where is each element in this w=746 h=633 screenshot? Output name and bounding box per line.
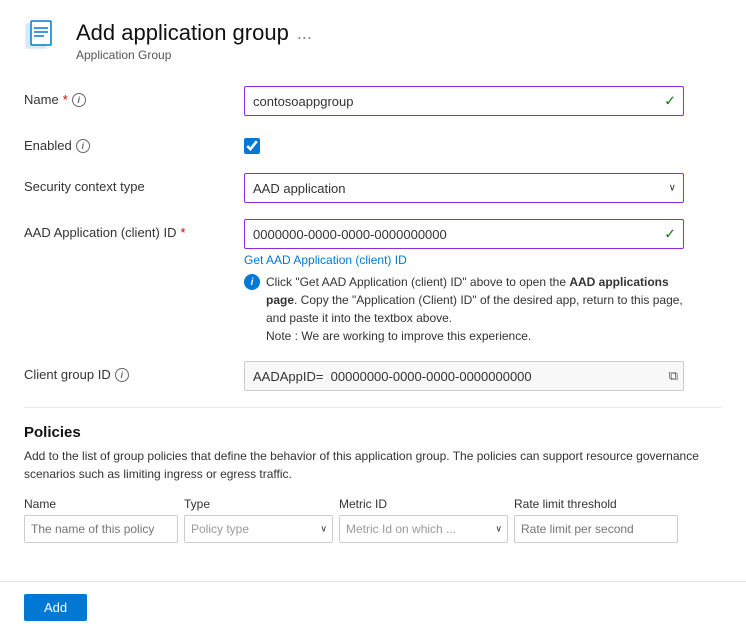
security-context-wrap: AAD application ∨ bbox=[244, 173, 722, 203]
aad-check-icon: ✓ bbox=[664, 226, 676, 243]
page-subtitle: Application Group bbox=[76, 48, 312, 62]
app-group-icon bbox=[24, 20, 64, 60]
aad-app-link[interactable]: Get AAD Application (client) ID bbox=[244, 253, 722, 267]
name-required: * bbox=[63, 92, 68, 107]
policies-table-header: Name Type Metric ID Rate limit threshold bbox=[24, 497, 714, 511]
aad-app-input[interactable] bbox=[244, 219, 684, 249]
security-context-label: Security context type bbox=[24, 173, 244, 194]
client-group-row: Client group ID i ⧉ bbox=[24, 361, 722, 391]
enabled-info-icon[interactable]: i bbox=[76, 139, 90, 153]
client-group-wrap: ⧉ bbox=[244, 361, 722, 391]
footer: Add bbox=[0, 581, 746, 633]
name-label: Name * i bbox=[24, 86, 244, 107]
col-header-name: Name bbox=[24, 497, 184, 511]
col-header-type: Type bbox=[184, 497, 339, 511]
aad-info-note: Note : We are working to improve this ex… bbox=[266, 329, 531, 343]
policies-section: Policies Add to the list of group polici… bbox=[24, 424, 722, 543]
aad-info-text: Click "Get AAD Application (client) ID" … bbox=[266, 273, 684, 345]
policies-title: Policies bbox=[24, 424, 722, 441]
table-row: Policy type ∨ Metric Id on which ... ∨ bbox=[24, 515, 714, 543]
aad-app-wrap: ✓ Get AAD Application (client) ID i Clic… bbox=[244, 219, 722, 345]
security-context-select[interactable]: AAD application bbox=[244, 173, 684, 203]
policy-rate-input[interactable] bbox=[514, 515, 678, 543]
security-context-row: Security context type AAD application ∨ bbox=[24, 173, 722, 203]
client-group-info-icon[interactable]: i bbox=[115, 368, 129, 382]
enabled-label: Enabled i bbox=[24, 132, 244, 153]
header-text-block: Add application group ... Application Gr… bbox=[76, 20, 312, 62]
policy-type-select[interactable]: Policy type bbox=[184, 515, 333, 543]
add-button[interactable]: Add bbox=[24, 594, 87, 621]
col-header-metric: Metric ID bbox=[339, 497, 514, 511]
name-info-icon[interactable]: i bbox=[72, 93, 86, 107]
policy-name-input[interactable] bbox=[24, 515, 178, 543]
page-header: Add application group ... Application Gr… bbox=[24, 20, 722, 62]
client-group-label: Client group ID i bbox=[24, 361, 244, 382]
enabled-checkbox-wrap bbox=[244, 132, 722, 157]
policies-table: Name Type Metric ID Rate limit threshold… bbox=[24, 497, 714, 543]
header-more-options[interactable]: ... bbox=[297, 23, 312, 44]
policies-description: Add to the list of group policies that d… bbox=[24, 447, 704, 483]
aad-info-box: i Click "Get AAD Application (client) ID… bbox=[244, 273, 684, 345]
policy-type-wrap: Policy type ∨ bbox=[184, 515, 333, 543]
aad-info-icon: i bbox=[244, 274, 260, 290]
aad-required: * bbox=[180, 225, 185, 240]
name-row: Name * i ✓ bbox=[24, 86, 722, 116]
aad-app-label: AAD Application (client) ID * bbox=[24, 219, 244, 240]
client-group-input[interactable] bbox=[244, 361, 684, 391]
name-input-wrap: ✓ bbox=[244, 86, 722, 116]
policy-metric-wrap: Metric Id on which ... ∨ bbox=[339, 515, 508, 543]
section-divider bbox=[24, 407, 722, 408]
enabled-checkbox[interactable] bbox=[244, 138, 260, 154]
col-header-rate: Rate limit threshold bbox=[514, 497, 714, 511]
page-title: Add application group bbox=[76, 20, 289, 46]
client-group-copy-icon[interactable]: ⧉ bbox=[669, 368, 678, 384]
aad-app-row: AAD Application (client) ID * ✓ Get AAD … bbox=[24, 219, 722, 345]
policy-metric-select[interactable]: Metric Id on which ... bbox=[339, 515, 508, 543]
name-input[interactable] bbox=[244, 86, 684, 116]
enabled-row: Enabled i bbox=[24, 132, 722, 157]
name-check-icon: ✓ bbox=[664, 93, 676, 110]
